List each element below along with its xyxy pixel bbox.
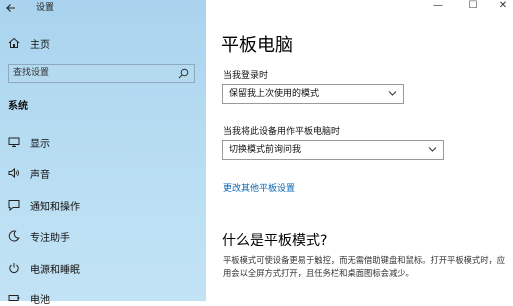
- back-arrow-icon[interactable]: [5, 2, 17, 14]
- sidebar-item-home[interactable]: 主页: [8, 36, 50, 51]
- tablet-switch-dropdown[interactable]: 切换模式前询问我: [222, 140, 444, 160]
- power-icon: [9, 263, 19, 273]
- sidebar-item-display[interactable]: 显示: [8, 135, 50, 150]
- focus-assist-icon: [8, 230, 20, 242]
- sidebar-item-label: 显示: [30, 138, 50, 150]
- page-title: 平板电脑: [221, 35, 293, 56]
- home-icon: [8, 37, 20, 48]
- sidebar-item-label: 主页: [30, 39, 50, 51]
- main-content: — ☐ ✕ 平板电脑 当我登录时 保留我上次使用的模式 当我将此设备用作平板电脑…: [206, 0, 513, 301]
- maximize-button[interactable]: ☐: [458, 0, 488, 14]
- chevron-down-icon: [428, 147, 437, 152]
- search-icon: [178, 68, 189, 79]
- signin-label: 当我登录时: [223, 71, 269, 81]
- chevron-down-icon: [388, 91, 397, 96]
- sound-icon: [8, 167, 19, 179]
- sidebar-item-notifications[interactable]: 通知和操作: [8, 198, 80, 213]
- what-is-tablet-mode-heading: 什么是平板模式?: [222, 233, 328, 249]
- tablet-switch-label: 当我将此设备用作平板电脑时: [223, 127, 341, 137]
- sidebar-item-battery[interactable]: 电池: [8, 291, 50, 306]
- minimize-button[interactable]: —: [423, 0, 453, 14]
- sidebar-item-label: 通知和操作: [30, 201, 80, 213]
- tablet-mode-description: 平板模式可使设备更易于触控，而无需借助键盘和鼠标。打开平板模式时，应用会以全屏方…: [223, 255, 506, 278]
- sidebar-item-label: 声音: [30, 169, 50, 181]
- display-icon: [8, 137, 20, 147]
- sidebar-item-power-sleep[interactable]: 电源和睡眠: [8, 261, 80, 276]
- app-title: 设置: [36, 3, 55, 13]
- sidebar-item-sound[interactable]: 声音: [8, 166, 50, 181]
- sidebar-item-focus-assist[interactable]: 专注助手: [8, 229, 70, 244]
- search-input[interactable]: 查找设置: [8, 64, 195, 83]
- battery-icon: [8, 295, 20, 301]
- dropdown-value: 切换模式前询问我: [229, 145, 302, 155]
- sidebar-item-label: 电池: [30, 294, 50, 306]
- signin-mode-dropdown[interactable]: 保留我上次使用的模式: [222, 84, 404, 104]
- sidebar-item-label: 电源和睡眠: [30, 264, 80, 276]
- search-placeholder: 查找设置: [13, 68, 50, 78]
- dropdown-value: 保留我上次使用的模式: [229, 89, 320, 99]
- sidebar-item-label: 专注助手: [30, 232, 70, 244]
- close-button[interactable]: ✕: [488, 0, 513, 14]
- sidebar: 设置 主页 查找设置 系统 显示 声音 通知和操作 专注助手 电源和睡眠 电池: [0, 0, 206, 306]
- notification-icon: [8, 200, 20, 211]
- section-heading: 系统: [8, 101, 28, 112]
- more-tablet-settings-link[interactable]: 更改其他平板设置: [223, 181, 295, 194]
